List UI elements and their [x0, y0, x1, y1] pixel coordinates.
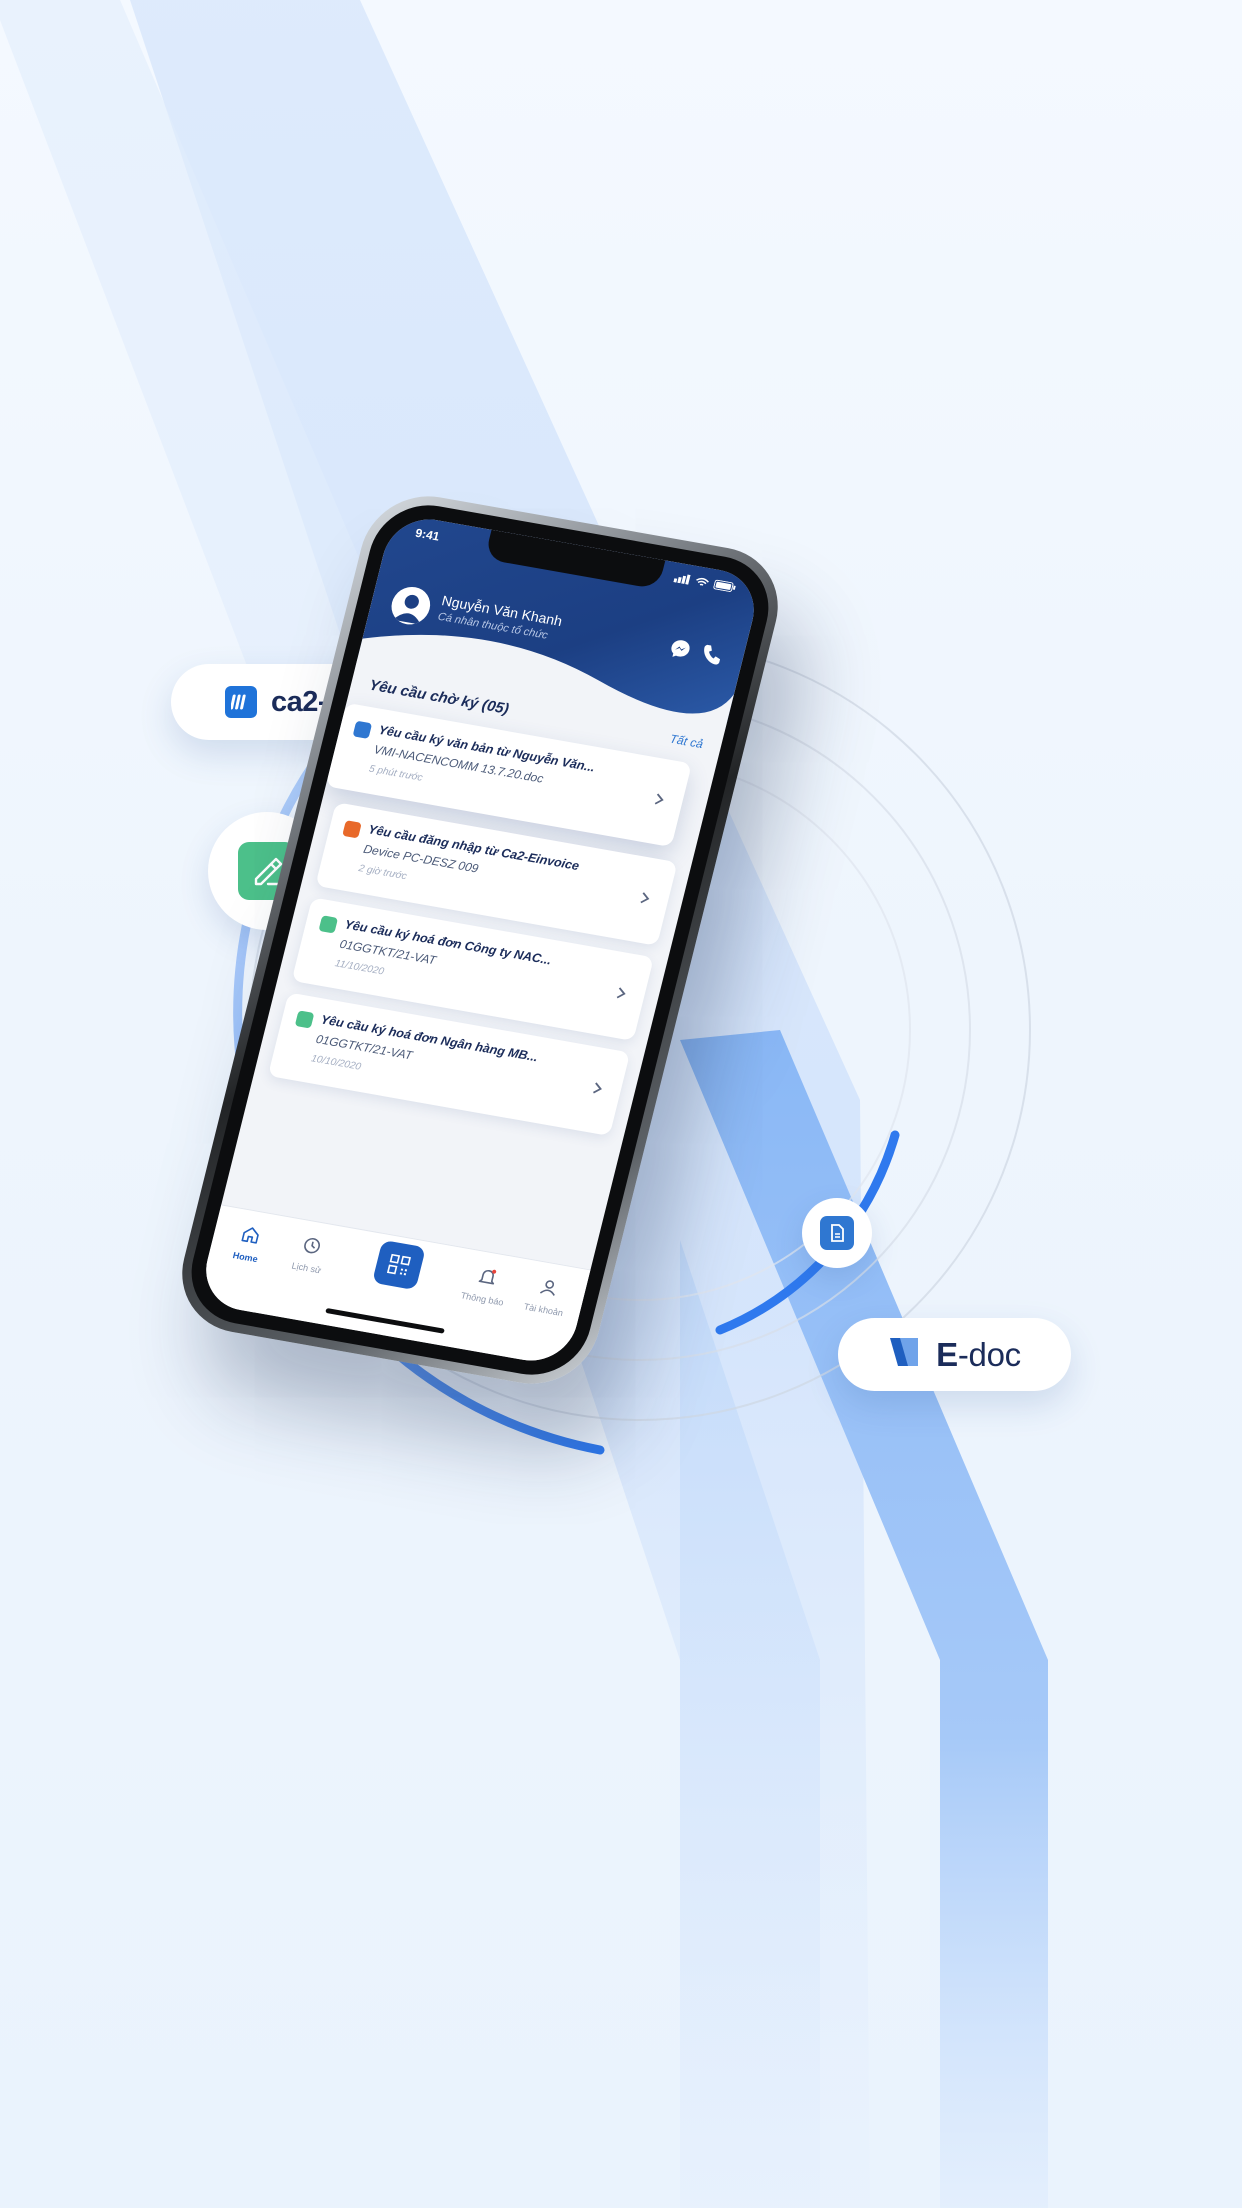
pen-icon — [294, 1010, 315, 1029]
qr-scan-icon — [386, 1253, 412, 1276]
battery-icon — [713, 579, 736, 592]
tab-account[interactable]: Tài khoản — [513, 1273, 581, 1320]
tab-home[interactable]: Home — [214, 1220, 282, 1267]
tab-notifications[interactable]: Thông báo — [451, 1262, 519, 1309]
document-icon — [352, 720, 373, 739]
document-badge — [802, 1198, 872, 1268]
user-icon — [539, 1280, 555, 1296]
chevron-right-icon — [616, 987, 626, 999]
phone-call-icon[interactable] — [698, 642, 725, 667]
home-icon — [241, 1227, 259, 1244]
tab-label: Tài khoản — [522, 1301, 565, 1319]
status-time: 9:41 — [413, 525, 442, 544]
tab-label: Home — [231, 1250, 259, 1265]
home-indicator — [325, 1307, 445, 1334]
chevron-right-icon — [593, 1082, 602, 1094]
bell-icon — [478, 1269, 497, 1285]
edoc-brand-name: E-doc — [936, 1336, 1021, 1374]
tab-label: Thông báo — [459, 1290, 505, 1308]
edoc-brand-prefix: E — [936, 1335, 958, 1373]
document-icon — [820, 1216, 854, 1250]
chevron-right-icon — [654, 793, 664, 805]
request-time: 2 giờ trước — [357, 863, 408, 883]
request-time: 5 phút trước — [367, 763, 424, 784]
edoc-brand-pill: E-doc — [838, 1318, 1071, 1391]
request-time: 11/10/2020 — [333, 958, 386, 978]
clock-icon — [304, 1237, 320, 1254]
pen-icon — [318, 915, 339, 934]
edoc-brand-suffix: -doc — [957, 1335, 1021, 1373]
einvoice-logo-icon — [224, 686, 257, 718]
request-time: 10/10/2020 — [309, 1053, 363, 1073]
tab-label: Lịch sử — [290, 1260, 323, 1276]
edoc-logo-icon — [888, 1336, 922, 1373]
login-icon — [342, 820, 362, 839]
tab-history[interactable]: Lịch sử — [276, 1231, 344, 1278]
chevron-right-icon — [640, 892, 650, 904]
qr-scan-button[interactable] — [371, 1239, 426, 1291]
status-icons — [673, 572, 737, 592]
view-all-link[interactable]: Tất cả — [668, 732, 704, 751]
signal-icon — [673, 574, 691, 585]
messenger-icon[interactable] — [667, 637, 694, 662]
wifi-icon — [696, 577, 709, 586]
